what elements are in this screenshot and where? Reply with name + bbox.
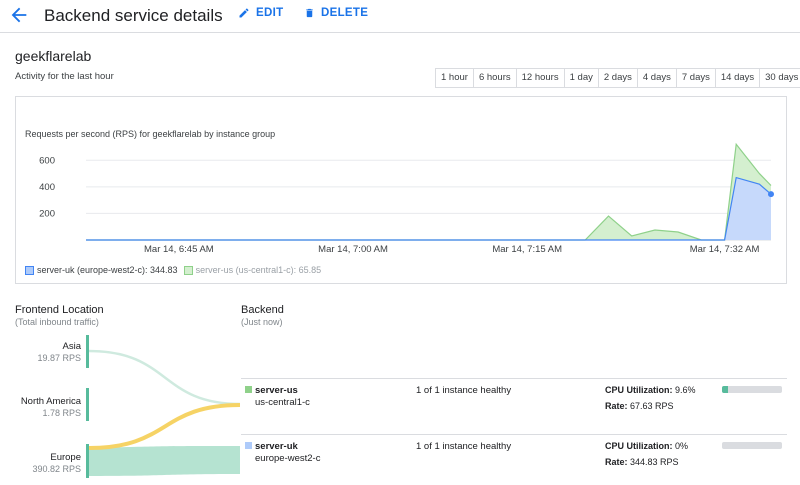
backend-cpu-server-uk: CPU Utilization: 0% <box>605 441 688 451</box>
location-bar-asia[interactable] <box>86 335 89 368</box>
backend-name-server-uk[interactable]: server-uk <box>255 441 298 452</box>
location-bar-europe[interactable] <box>86 444 89 478</box>
rate-label: Rate: <box>605 401 628 411</box>
location-name-europe: Europe <box>50 452 81 463</box>
flow-asia-to-server-us <box>88 349 241 406</box>
backend-health-server-uk: 1 of 1 instance healthy <box>416 441 512 452</box>
location-bar-north-america[interactable] <box>86 388 89 421</box>
cpu-utilization-bar-server-uk <box>722 442 782 449</box>
backend-color-server-uk <box>245 442 252 449</box>
backend-health-server-us: 1 of 1 instance healthy <box>416 385 512 396</box>
cpu-utilization-bar-server-us <box>722 386 782 393</box>
cpu-label: CPU Utilization: <box>605 385 673 395</box>
backend-rate-server-uk: Rate: 344.83 RPS <box>605 457 679 467</box>
row-divider <box>241 378 787 379</box>
rate-label: Rate: <box>605 457 628 467</box>
cpu-utilization-fill-server-us <box>722 386 728 393</box>
cpu-value: 0% <box>675 441 689 451</box>
backend-color-server-us <box>245 386 252 393</box>
backend-rate-server-us: Rate: 67.63 RPS <box>605 401 674 411</box>
rate-value: 67.63 RPS <box>630 401 674 411</box>
location-rps-north-america: 1.78 RPS <box>42 408 81 418</box>
traffic-flow-diagram <box>88 349 241 476</box>
location-name-asia: Asia <box>62 341 81 352</box>
cpu-label: CPU Utilization: <box>605 441 673 451</box>
backend-cpu-server-us: CPU Utilization: 9.6% <box>605 385 696 395</box>
backend-name-server-us[interactable]: server-us <box>255 385 298 396</box>
location-rps-asia: 19.87 RPS <box>37 353 81 363</box>
cpu-value: 9.6% <box>675 385 696 395</box>
location-rps-europe: 390.82 RPS <box>32 464 81 474</box>
backend-zone-server-uk: europe-west2-c <box>255 453 321 464</box>
backend-zone-server-us: us-central1-c <box>255 397 310 408</box>
rate-value: 344.83 RPS <box>630 457 679 467</box>
flow-north-america-to-server-us <box>88 403 241 450</box>
flow-europe-to-server-uk <box>89 446 240 476</box>
location-name-north-america: North America <box>20 396 81 407</box>
row-divider <box>241 434 787 435</box>
